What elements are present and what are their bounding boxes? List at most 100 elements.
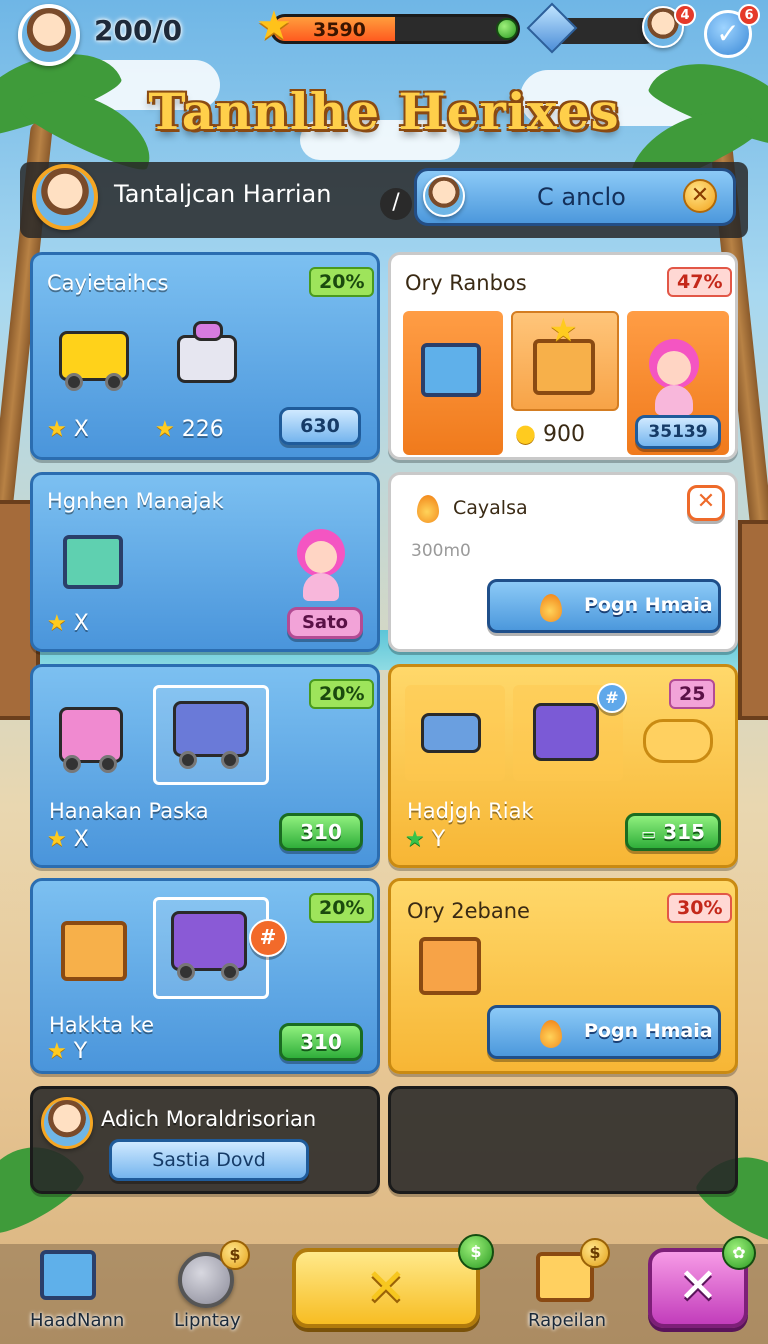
crystal-cart-icon: [533, 703, 599, 761]
gem-icon: [526, 2, 578, 54]
cancel-button[interactable]: C anclo ✕: [414, 168, 736, 226]
star-value: Y: [73, 1039, 88, 1064]
close-card-button[interactable]: ✕: [687, 485, 725, 521]
flame-icon: [417, 495, 439, 523]
top-bar: 200/0 3590 ★ 4 ✓ 6: [0, 0, 768, 70]
button-label: Pogn Hmaia: [584, 594, 713, 616]
buy-button[interactable]: 630: [279, 407, 361, 445]
blue-truck-icon: [173, 701, 249, 757]
small-truck-icon: [421, 713, 481, 753]
discount-badge: 30%: [667, 893, 733, 923]
card-cayietaihcs[interactable]: Cayietaihcs 20% ★ X ★ 2⁠26 630: [30, 252, 380, 460]
card-hanakan-paska[interactable]: 20% Hanakan Paska ★ X 310: [30, 664, 380, 868]
sato-button[interactable]: Sato: [287, 607, 363, 639]
wheel: [63, 755, 81, 773]
pogn-hmaia-button[interactable]: Pogn Hmaia: [487, 579, 721, 633]
pogn-hmaia-button[interactable]: Pogn Hmaia: [487, 1005, 721, 1059]
wheel: [177, 963, 195, 981]
edit-pencil-icon[interactable]: /: [380, 188, 412, 220]
wheel: [105, 373, 123, 391]
camel-icon: [643, 719, 713, 763]
card-hakkta-ke[interactable]: 20% # Hakkta ke ★ Y 310: [30, 878, 380, 1074]
star-value-row: ★ X: [47, 827, 89, 852]
card-adich-moraldrisorian[interactable]: Adich Moraldrisorian Sastia Dovd: [30, 1086, 380, 1194]
cancel-avatar: [423, 175, 465, 217]
center-action-button[interactable]: ✕: [292, 1248, 480, 1328]
player-row-avatar[interactable]: [32, 164, 98, 230]
store-icon[interactable]: [40, 1250, 96, 1300]
player-avatar[interactable]: [18, 4, 80, 66]
card-hadjgh-riak[interactable]: # 25 Hadjgh Riak ★ Y ▭ 315: [388, 664, 738, 868]
player-row: Tantaljcan Harrian / C anclo ✕: [20, 162, 748, 238]
card-title: Ory 2ebane: [407, 899, 530, 923]
cart-icon: [177, 335, 237, 383]
wooden-crate-icon: [419, 937, 481, 995]
coin-icon: ●: [515, 419, 536, 447]
blue-crate-icon: [421, 343, 481, 397]
sastia-dovd-button[interactable]: Sastia Dovd: [109, 1139, 309, 1181]
flame-icon: [540, 594, 562, 622]
star-icon: ★: [47, 827, 67, 852]
flame-icon: [540, 1020, 562, 1048]
card-title: Cayietaihcs: [47, 271, 169, 295]
coin-row: ● 900: [515, 419, 585, 447]
wheel: [99, 755, 117, 773]
discount-badge: 20%: [309, 679, 375, 709]
card-title: Cayalsa: [453, 497, 528, 519]
wheel: [221, 963, 239, 981]
star-value-row: ★ X: [47, 611, 89, 636]
card-cayalsa[interactable]: Cayalsa 300m0 ✕ Pogn Hmaia: [388, 472, 738, 652]
star-progress-text: 3590: [313, 19, 366, 41]
card-title: Hakkta ke: [49, 1013, 155, 1037]
coin-icon: $: [220, 1240, 250, 1270]
button-label: Pogn Hmaia: [584, 1020, 713, 1042]
star-value: Y: [431, 827, 446, 852]
discount-badge: 20%: [309, 893, 375, 923]
crate-icon: [63, 535, 123, 589]
close-icon: ✕: [365, 1258, 407, 1316]
star-value: X: [73, 611, 89, 636]
coin-value: 900: [542, 422, 585, 447]
card-ory-2ebane[interactable]: Ory 2ebane 30% Pogn Hmaia: [388, 878, 738, 1074]
buy-button[interactable]: 310: [279, 1023, 363, 1061]
star-value: X: [73, 827, 89, 852]
buy-button[interactable]: ▭ 315: [625, 813, 721, 851]
card-subtitle: 300m0: [411, 541, 471, 561]
add-stars-button[interactable]: [496, 18, 518, 40]
card-hgnhen-manajak[interactable]: Hgnhen Manajak ★ X Sato: [30, 472, 380, 652]
character-body: [655, 385, 693, 415]
star-value-row: ★ 2⁠26: [155, 417, 224, 442]
hut: [738, 520, 768, 720]
buy-button[interactable]: 310: [279, 813, 363, 851]
friend-avatar: [41, 1097, 93, 1149]
nav-label-haadnann[interactable]: HaadNann: [30, 1310, 124, 1331]
wheel: [65, 373, 83, 391]
chest-star-icon: ★: [549, 311, 578, 349]
star-icon: ★: [47, 417, 67, 442]
cart-load: [193, 321, 223, 341]
card-title: Hanakan Paska: [49, 799, 209, 823]
character-face: [305, 541, 337, 573]
discount-badge: 47%: [667, 267, 733, 297]
empty-card-slot: [388, 1086, 738, 1194]
card-ory-ranbos[interactable]: Ory Ranbos 47% ★ ● 900 35139: [388, 252, 738, 460]
purple-truck-icon: [171, 911, 247, 971]
star-icon: ★: [155, 417, 175, 442]
cancel-label: C anclo: [537, 183, 626, 211]
level-badge: 25: [669, 679, 716, 709]
coin-counter: 200/0: [94, 14, 183, 47]
button-label: 315: [663, 820, 705, 844]
star-value-row: ★ Y: [405, 827, 445, 852]
star-value: 2⁠26: [181, 417, 224, 442]
close-icon[interactable]: ✕: [683, 179, 717, 213]
star-value-row: ★ X: [47, 417, 89, 442]
character-body: [303, 573, 339, 601]
discount-badge: 20%: [309, 267, 375, 297]
character-face: [657, 351, 691, 385]
card-title: Ory Ranbos: [405, 271, 527, 295]
card-title: Hadjgh Riak: [407, 799, 534, 823]
nav-label-rapeilan[interactable]: Rapeilan: [528, 1310, 606, 1331]
buy-button[interactable]: 35139: [635, 415, 721, 449]
nav-label-lipntay[interactable]: Lipntay: [174, 1310, 241, 1331]
coin-icon: $: [458, 1234, 494, 1270]
